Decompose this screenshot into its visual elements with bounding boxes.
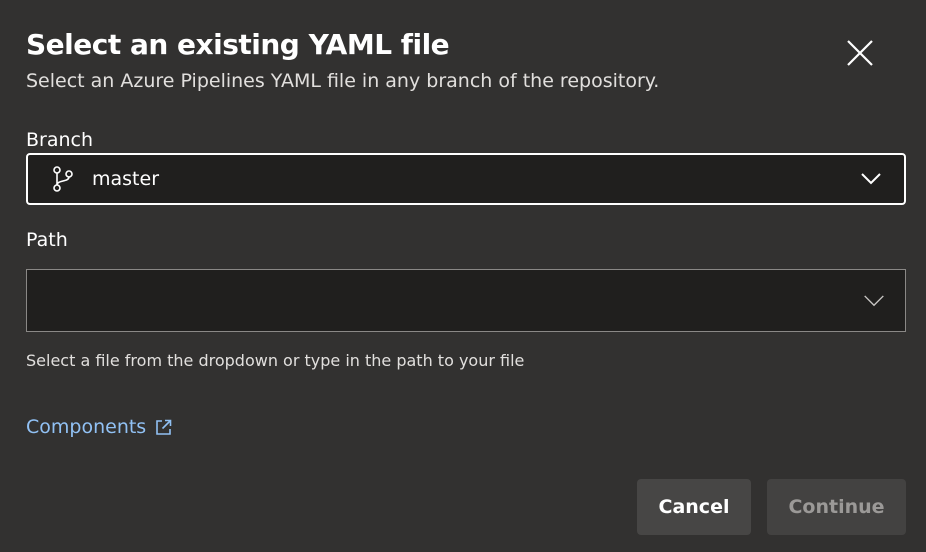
- path-input[interactable]: [37, 270, 841, 333]
- chevron-down-icon[interactable]: [863, 294, 885, 308]
- branch-label: Branch: [26, 129, 94, 151]
- close-icon: [847, 40, 873, 66]
- path-helper-text: Select a file from the dropdown or type …: [26, 351, 525, 370]
- git-branch-icon: [53, 166, 73, 192]
- continue-button[interactable]: Continue: [767, 479, 906, 535]
- dialog-title: Select an existing YAML file: [26, 28, 450, 61]
- dialog-subtitle: Select an Azure Pipelines YAML file in a…: [26, 70, 660, 92]
- open-in-new-window-icon: [156, 419, 172, 435]
- components-link[interactable]: Components: [26, 414, 172, 440]
- branch-dropdown[interactable]: master: [26, 153, 906, 205]
- components-link-label: Components: [26, 416, 147, 438]
- close-button[interactable]: [840, 33, 880, 73]
- select-yaml-dialog: Select an existing YAML file Select an A…: [0, 0, 926, 552]
- branch-value: master: [92, 168, 160, 190]
- chevron-down-icon: [861, 173, 881, 185]
- path-label: Path: [26, 229, 68, 251]
- path-combobox[interactable]: [26, 269, 906, 333]
- cancel-button[interactable]: Cancel: [637, 479, 751, 535]
